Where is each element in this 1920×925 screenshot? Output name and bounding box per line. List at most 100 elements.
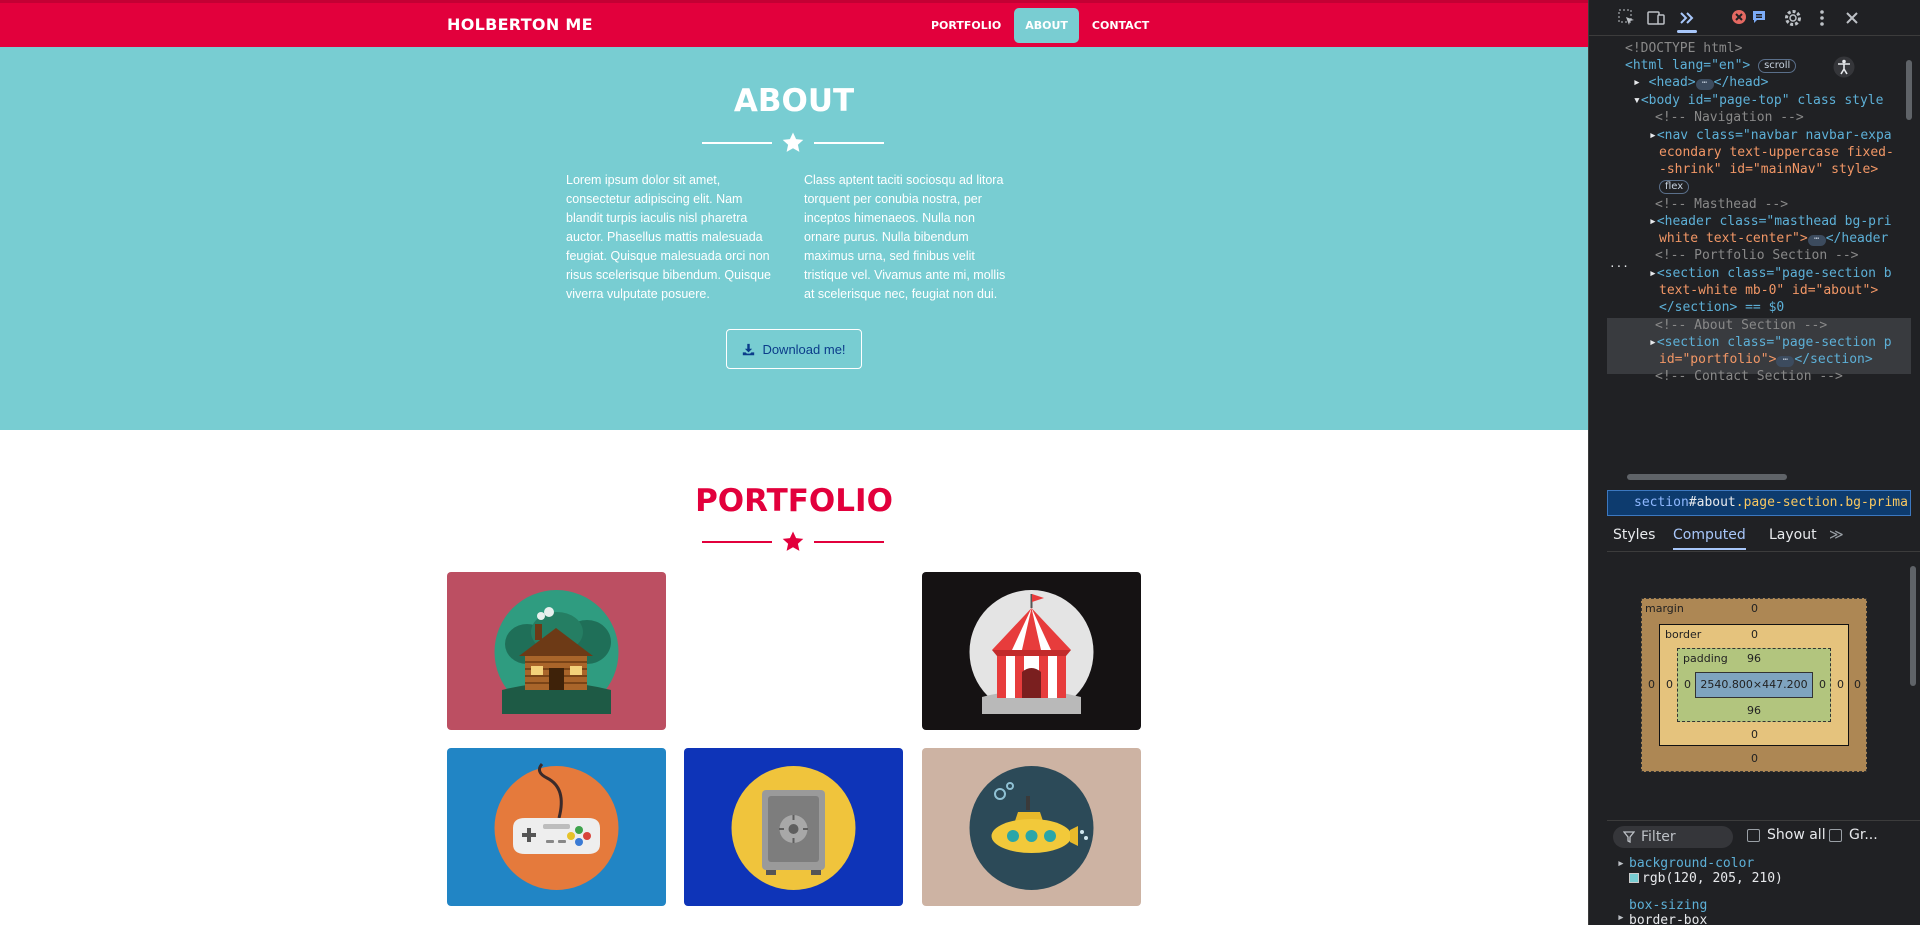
tree-comment-portfolio[interactable]: <!-- Portfolio Section --> [1655, 247, 1859, 264]
margin-label: margin [1645, 602, 1684, 615]
tab-layout[interactable]: Layout [1769, 527, 1817, 543]
margin-bottom-value[interactable]: 0 [1751, 752, 1758, 765]
show-all-checkbox[interactable] [1747, 829, 1760, 842]
color-swatch[interactable] [1629, 873, 1639, 883]
styles-subtabs: Styles Computed Layout ≫ [1607, 522, 1920, 552]
error-icon[interactable] [1731, 9, 1747, 25]
more-tabs-icon[interactable] [1677, 8, 1697, 28]
tree-h-scrollbar[interactable] [1627, 474, 1787, 480]
filter-placeholder: Filter [1641, 829, 1676, 845]
settings-gear-icon[interactable] [1783, 8, 1803, 28]
tab-styles[interactable]: Styles [1613, 527, 1655, 543]
margin-left-value[interactable]: 0 [1648, 678, 1655, 691]
nav-links: PORTFOLIO ABOUT CONTACT [920, 8, 1160, 43]
collapse-arrow-icon[interactable]: ▾ [1633, 93, 1641, 108]
portfolio-item-cabin[interactable] [447, 572, 666, 730]
portfolio-item-game-controller[interactable] [447, 748, 666, 906]
tree-comment-contact[interactable]: <!-- Contact Section --> [1655, 368, 1843, 385]
ellipsis-badge[interactable]: ⋯ [1807, 235, 1826, 246]
accessibility-icon[interactable] [1833, 56, 1855, 78]
tree-section-about[interactable]: ▸<section class="page-section b [1649, 265, 1892, 282]
flex-badge[interactable]: flex [1659, 180, 1690, 194]
tree-comment-nav[interactable]: <!-- Navigation --> [1655, 109, 1804, 126]
circus-tent-icon [922, 572, 1141, 730]
section-tag: <section class="page-section p [1656, 335, 1892, 350]
computed-property-box-sizing[interactable]: ▸ box-sizing border-box [1617, 898, 1707, 925]
star-icon [782, 531, 804, 551]
tree-doctype[interactable]: <!DOCTYPE html> [1625, 40, 1742, 57]
breadcrumb-tag: section [1634, 495, 1689, 510]
tree-html[interactable]: <html lang="en"> scroll [1625, 57, 1797, 74]
tab-computed[interactable]: Computed [1673, 527, 1746, 550]
node-actions-icon[interactable]: ··· [1609, 258, 1629, 275]
nav-link-portfolio[interactable]: PORTFOLIO [920, 8, 1012, 43]
page-viewport: HOLBERTON ME PORTFOLIO ABOUT CONTACT ABO… [0, 0, 1588, 925]
device-toolbar-icon[interactable] [1646, 8, 1666, 28]
expand-arrow-icon[interactable]: ▸ [1649, 128, 1657, 143]
kebab-menu-icon[interactable] [1812, 8, 1832, 28]
issues-icon[interactable] [1751, 9, 1767, 25]
about-text-left: Lorem ipsum dolor sit amet, consectetur … [566, 173, 771, 301]
tree-section-about-cont: text-white mb-0" id="about"> [1659, 283, 1879, 298]
tree-scrollbar[interactable] [1906, 60, 1912, 120]
computed-filter-bar: Filter Show all Gr... [1607, 820, 1920, 850]
download-button[interactable]: Download me! [726, 329, 862, 369]
nav-link-about[interactable]: ABOUT [1014, 8, 1079, 43]
computed-property-background-color[interactable]: ▸ background-color rgb(120, 205, 210) [1617, 856, 1783, 886]
more-subtabs-icon[interactable]: ≫ [1829, 527, 1844, 543]
border-bottom-value[interactable]: 0 [1751, 728, 1758, 741]
border-right-value[interactable]: 0 [1837, 678, 1844, 691]
property-value: rgb(120, 205, 210) [1642, 871, 1783, 886]
navbar: HOLBERTON ME PORTFOLIO ABOUT CONTACT [0, 0, 1588, 47]
tree-header-cont: white text-center"> ⋯ </header [1659, 230, 1888, 247]
section-close-tag: </section> [1794, 352, 1873, 367]
property-name: background-color [1629, 856, 1755, 871]
box-model-content[interactable]: 2540.800×447.200 [1695, 672, 1813, 698]
inspect-element-icon[interactable] [1617, 8, 1637, 28]
game-controller-icon [447, 748, 666, 906]
tree-header[interactable]: ▸<header class="masthead bg-pri [1649, 213, 1892, 230]
tree-nav-cont2: -shrink" id="mainNav" style> [1659, 162, 1879, 177]
active-tab-indicator [1677, 30, 1697, 33]
ellipsis-badge[interactable]: ⋯ [1695, 79, 1714, 90]
tree-nav[interactable]: ▸<nav class="navbar navbar-expa [1649, 127, 1892, 144]
tree-body[interactable]: ▾<body id="page-top" class style [1633, 92, 1883, 109]
border-top-value[interactable]: 0 [1751, 628, 1758, 641]
expand-arrow-icon[interactable]: ▸ [1649, 266, 1657, 281]
about-divider [702, 131, 884, 155]
star-icon [782, 132, 804, 152]
padding-bottom-value[interactable]: 96 [1747, 704, 1761, 717]
scroll-badge[interactable]: scroll [1758, 59, 1797, 73]
nav-link-contact[interactable]: CONTACT [1081, 8, 1160, 43]
tree-head[interactable]: ▸ <head> ⋯ </head> [1633, 74, 1768, 91]
portfolio-item-submarine[interactable] [922, 748, 1141, 906]
expand-arrow-icon[interactable]: ▸ [1649, 335, 1657, 350]
breadcrumb[interactable]: section#about.page-section.bg-prima [1607, 490, 1911, 516]
filter-input[interactable]: Filter [1613, 826, 1733, 848]
computed-scrollbar[interactable] [1910, 566, 1916, 686]
brand-logo[interactable]: HOLBERTON ME [447, 15, 593, 34]
expand-arrow-icon[interactable]: ▸ [1617, 910, 1625, 925]
submarine-icon [922, 748, 1141, 906]
expand-arrow-icon[interactable]: ▸ [1617, 856, 1625, 871]
group-checkbox[interactable] [1829, 829, 1842, 842]
about-title: ABOUT [733, 83, 855, 119]
about-text-right: Class aptent taciti sociosqu ad litora t… [804, 173, 1006, 301]
padding-top-value[interactable]: 96 [1747, 652, 1761, 665]
close-icon[interactable] [1842, 8, 1862, 28]
portfolio-item-circus-tent[interactable] [922, 572, 1141, 730]
expand-arrow-icon[interactable]: ▸ [1649, 214, 1657, 229]
expand-arrow-icon[interactable]: ▸ [1633, 75, 1641, 90]
devtools-panel: <!DOCTYPE html> <html lang="en"> scroll … [1588, 0, 1920, 925]
tree-comment-masthead[interactable]: <!-- Masthead --> [1655, 196, 1788, 213]
margin-right-value[interactable]: 0 [1854, 678, 1861, 691]
border-left-value[interactable]: 0 [1666, 678, 1673, 691]
padding-left-value[interactable]: 0 [1684, 678, 1691, 691]
about-section: ABOUT Lorem ipsum dolor sit amet, consec… [0, 47, 1588, 430]
tree-section-portfolio[interactable]: ▸<section class="page-section p [1649, 334, 1892, 351]
margin-top-value[interactable]: 0 [1751, 602, 1758, 615]
padding-right-value[interactable]: 0 [1819, 678, 1826, 691]
ellipsis-badge[interactable]: ⋯ [1776, 356, 1795, 367]
portfolio-item-safe[interactable] [684, 748, 903, 906]
tree-comment-about[interactable]: <!-- About Section --> [1655, 317, 1827, 334]
